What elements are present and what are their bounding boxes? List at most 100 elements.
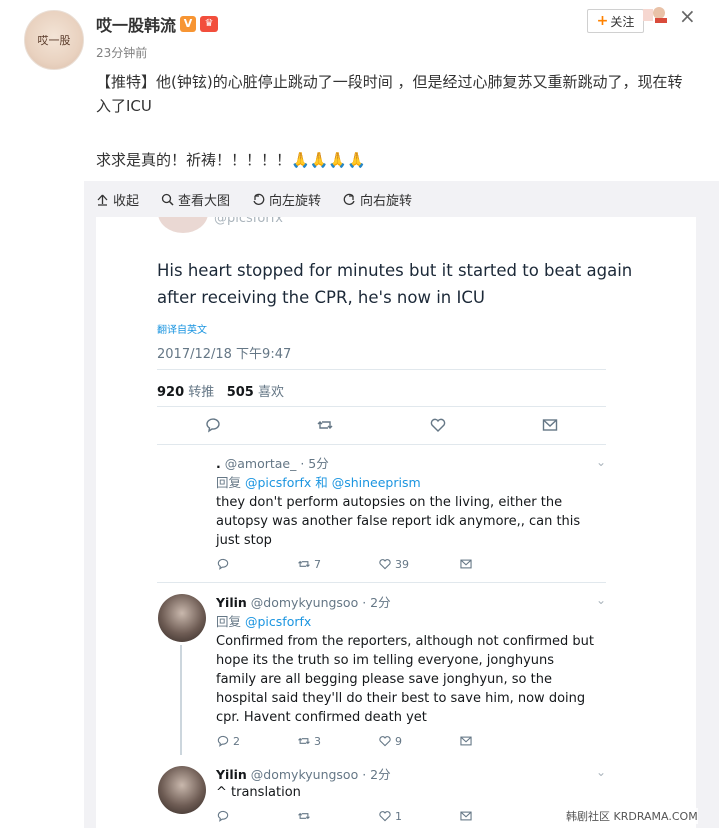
reply-handle: @amortae_ · 5分 [224,456,329,471]
dm-action [459,557,540,571]
close-icon[interactable]: × [679,4,696,28]
reply-icon [217,735,229,747]
like-action: 9 [378,734,459,748]
reply-1-actions: 7 39 [216,557,540,571]
chevron-down-icon: ⌄ [596,455,607,469]
heart-icon [379,559,391,570]
post-time[interactable]: 23分钟前 [96,44,147,61]
tweet-text: His heart stopped for minutes but it sta… [157,261,633,307]
rotate-right-button[interactable]: 向右旋转 [343,190,412,209]
like-count: 39 [395,557,409,571]
reply-to-handles: @picsforfx [245,614,312,629]
reply-action [216,809,297,823]
reply-icon [217,810,229,822]
reply-avatar [158,594,206,642]
retweet-action [297,809,378,823]
dm-action [459,809,540,823]
reply-1: . @amortae_ · 5分 回复 @picsforfx 和 @shinee… [216,453,596,550]
reply-prefix: 回复 [216,475,242,490]
reply-to-handles: @picsforfx 和 @shineeprism [245,475,421,490]
heart-icon [430,418,445,432]
dm-action [459,734,540,748]
retweet-label: 转推 [188,385,215,400]
translate-link: 翻译自英文 [157,325,207,336]
reply-action: 2 [216,734,297,748]
reply-name: Yilin [216,767,247,782]
collapse-icon [97,194,108,206]
magnifier-icon [161,193,174,206]
reply-header: Yilin @domykyungsoo · 2分 [216,592,596,611]
rotate-left-button[interactable]: 向左旋转 [252,190,321,209]
like-count: 9 [395,734,402,748]
reply-to: 回复 @picsforfx 和 @shineeprism [216,472,596,491]
reply-header: . @amortae_ · 5分 [216,453,596,472]
tweet-handle: @picsforfx [214,217,283,226]
like-label: 喜欢 [257,385,284,400]
like-action: 39 [378,557,459,571]
post-line-2: 求求是真的！祈祷！！！！！🙏🙏🙏🙏 [96,151,366,169]
reply-avatar [158,766,206,814]
rotate-right-label: 向右旋转 [360,193,413,209]
retweet-action: 3 [297,734,378,748]
tweet-actions [157,416,606,434]
divider [157,406,606,407]
heart-icon [379,811,391,822]
reply-icon [217,558,229,570]
image-toolbar: 收起 查看大图 向左旋转 向右旋转 [84,181,719,217]
username-text[interactable]: 哎一股韩流 [96,12,176,36]
reply-header: Yilin @domykyungsoo · 2分 [216,764,596,783]
tweet-date: 2017/12/18 下午9:47 [157,347,292,362]
dm-icon [542,419,558,431]
heart-icon [379,736,391,747]
like-count: 505 [226,385,254,400]
reply-handle: @domykyungsoo · 2分 [250,767,391,782]
tweet-screenshot[interactable]: @picsforfx His heart stopped for minutes… [96,217,696,828]
reply-action [216,557,297,571]
follow-label: 关注 [610,14,635,29]
reply-3-actions: 1 [216,809,540,823]
reply-body: ^ translation [216,785,301,800]
like-count: 1 [395,809,402,823]
plus-icon: + [596,13,609,29]
retweet-count: 920 [157,385,185,400]
post-text: 【推特】他(钟铉)的心脏停止跳动了一段时间 ，但是经过心肺复苏又重新跳动了，现在… [96,70,696,172]
collapse-label: 收起 [113,193,140,209]
divider [157,444,606,445]
reply-name: . [216,456,221,471]
verified-badge-icon: V [180,16,197,32]
comment-count: 2 [233,734,240,748]
prev-avatar [158,217,208,233]
reply-body: Confirmed from the reporters, although n… [216,634,594,725]
post-line-1: 【推特】他(钟铉)的心脏停止跳动了一段时间 ，但是经过心肺复苏又重新跳动了，现在… [96,73,683,115]
retweet-icon [298,737,310,745]
retweet-icon [298,560,310,568]
collapse-button[interactable]: 收起 [96,190,139,209]
divider [157,369,606,370]
reply-2-actions: 2 3 9 [216,734,540,748]
view-large-label: 查看大图 [178,193,231,209]
reply-prefix: 回复 [216,614,242,629]
follow-button[interactable]: + 关注 [587,9,644,33]
reply-2: Yilin @domykyungsoo · 2分 回复 @picsforfx C… [216,592,596,727]
chevron-down-icon: ⌄ [596,593,607,607]
reply-name: Yilin [216,595,247,610]
reply-3: Yilin @domykyungsoo · 2分 ^ translation [216,764,596,802]
username[interactable]: 哎一股韩流 V ♛ [96,12,219,36]
reply-icon [206,418,220,433]
retweet-count: 7 [314,557,321,571]
view-large-button[interactable]: 查看大图 [161,190,230,209]
dm-icon [460,559,472,569]
dm-icon [460,736,472,746]
reply-body: they don't perform autopsies on the livi… [216,495,581,548]
retweet-action: 7 [297,557,378,571]
decoration-icon [643,7,667,23]
watermark: 韩剧社区 KRDRAMA.COM [566,808,698,824]
rotate-left-icon [253,193,265,205]
reply-to: 回复 @picsforfx [216,611,596,630]
rotate-left-label: 向左旋转 [269,193,322,209]
reply-handle: @domykyungsoo · 2分 [250,595,391,610]
avatar[interactable]: 哎一股 [24,10,84,70]
member-badge-icon: ♛ [200,16,219,32]
retweet-icon [317,421,333,429]
divider [157,582,606,583]
